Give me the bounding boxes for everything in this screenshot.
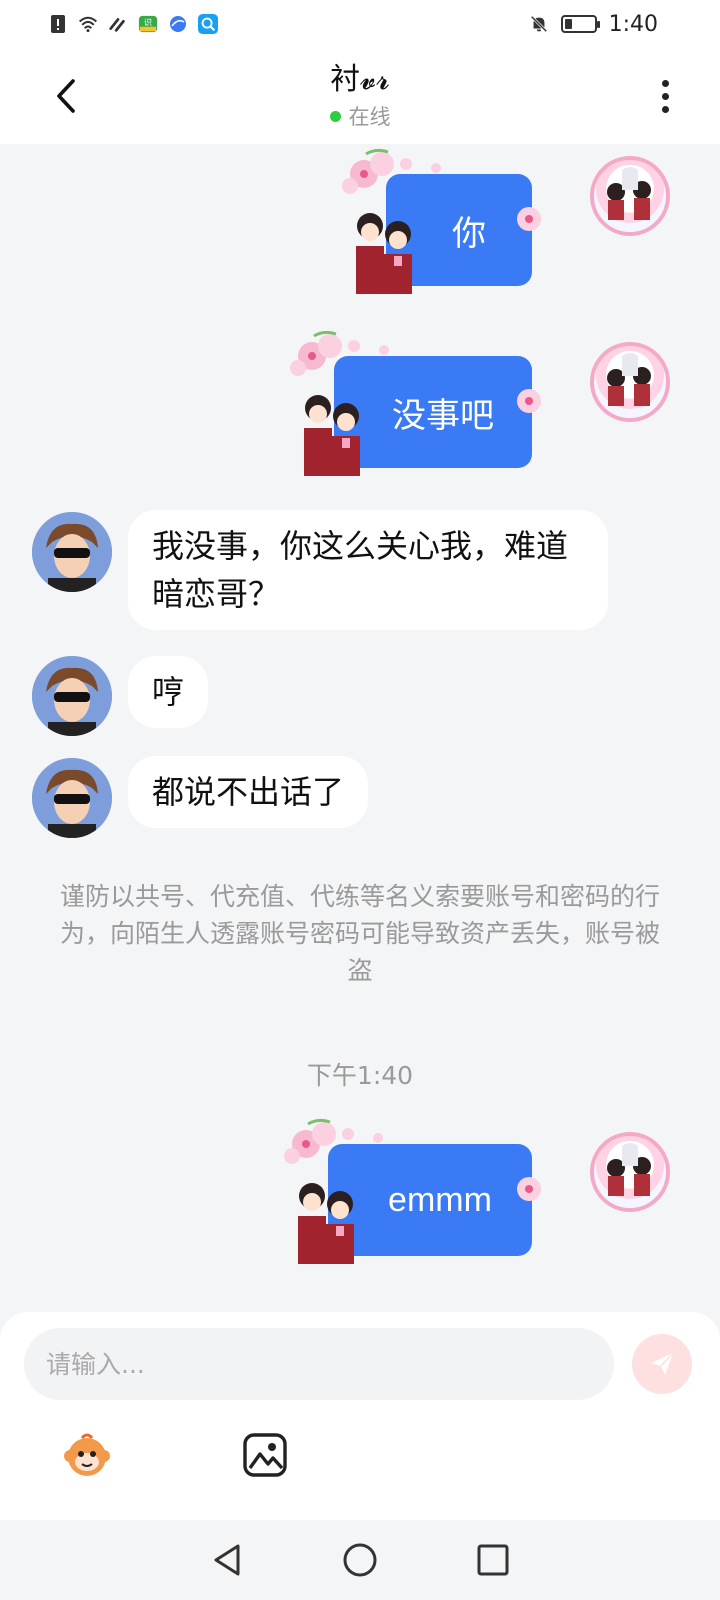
sim-alert-icon	[48, 14, 68, 34]
status-time: 1:40	[608, 11, 658, 37]
chat-messages[interactable]: 你 没事吧 我没事，你这么关心我，难道暗恋哥？ 哼 都说不出话了 谨防以共号、代…	[0, 144, 720, 1314]
contact-info[interactable]: 衬𝓿𝓻 在线	[329, 61, 391, 131]
message-bubble-incoming[interactable]: 我没事，你这么关心我，难道暗恋哥？	[128, 510, 608, 630]
message-bubble-incoming[interactable]: 哼	[128, 656, 209, 728]
system-navigation-bar	[0, 1520, 720, 1600]
svg-text:识: 识	[144, 17, 152, 27]
signal-icon	[108, 14, 128, 34]
image-icon	[243, 1433, 287, 1477]
status-icons-left: 识	[48, 14, 218, 34]
app-badge-icon: 识	[138, 14, 158, 34]
status-icons-right: 1:40	[529, 12, 658, 37]
cherry-blossom-icon	[284, 1118, 383, 1164]
message-timestamp: 下午1:40	[306, 1061, 414, 1090]
cherry-blossom-icon	[290, 330, 389, 376]
emoji-button[interactable]	[62, 1430, 112, 1480]
avatar-self[interactable]	[590, 156, 670, 236]
cherry-blossom-icon	[342, 148, 441, 194]
cherry-blossom-icon	[517, 207, 541, 231]
nav-back-button[interactable]	[197, 1530, 257, 1590]
message-bubble-incoming[interactable]: 都说不出话了	[128, 756, 369, 828]
message-text: 都说不出话了	[152, 773, 345, 811]
browser-icon	[168, 14, 188, 34]
chat-header: 衬𝓿𝓻 在线	[0, 48, 720, 144]
message-bubble-outgoing[interactable]: emmm	[278, 1114, 546, 1264]
send-icon	[651, 1352, 674, 1375]
send-button[interactable]	[632, 1334, 692, 1394]
battery-level	[564, 19, 572, 29]
avatar-contact[interactable]	[32, 758, 112, 838]
cherry-blossom-icon	[517, 389, 541, 413]
online-dot-icon	[329, 110, 341, 122]
message-composer	[0, 1312, 720, 1520]
emoji-icon	[64, 1433, 110, 1476]
search-app-icon	[198, 14, 218, 34]
status-bar: 识 1:40	[0, 0, 720, 48]
message-text: 哼	[152, 673, 185, 711]
battery-icon	[560, 15, 600, 33]
image-button[interactable]	[240, 1430, 290, 1480]
more-dot-icon	[661, 105, 669, 113]
more-dot-icon	[661, 92, 669, 100]
back-button[interactable]	[44, 72, 88, 120]
mute-icon	[529, 14, 549, 34]
avatar-self[interactable]	[590, 342, 670, 422]
nav-recents-button[interactable]	[463, 1530, 523, 1590]
chevron-left-icon	[57, 79, 75, 113]
contact-name: 衬𝓿𝓻	[330, 62, 390, 97]
back-triangle-icon	[214, 1544, 240, 1576]
nav-home-button[interactable]	[330, 1530, 390, 1590]
message-input[interactable]	[24, 1328, 614, 1400]
more-options-button[interactable]	[650, 72, 680, 120]
avatar-self[interactable]	[590, 1132, 670, 1212]
more-dot-icon	[661, 79, 669, 87]
home-circle-icon	[343, 1543, 377, 1577]
message-bubble-outgoing[interactable]: 你	[336, 144, 546, 294]
recents-square-icon	[477, 1544, 509, 1576]
message-text: 我没事，你这么关心我，难道暗恋哥？	[152, 527, 569, 613]
online-status: 在线	[329, 101, 391, 131]
message-bubble-outgoing[interactable]: 没事吧	[284, 326, 546, 476]
cherry-blossom-icon	[517, 1177, 541, 1201]
security-notice: 谨防以共号、代充值、代练等名义索要账号和密码的行为，向陌生人透露账号密码可能导致…	[60, 882, 661, 985]
wifi-icon	[78, 14, 98, 34]
avatar-contact[interactable]	[32, 512, 112, 592]
avatar-contact[interactable]	[32, 656, 112, 736]
online-status-text: 在线	[348, 105, 391, 129]
